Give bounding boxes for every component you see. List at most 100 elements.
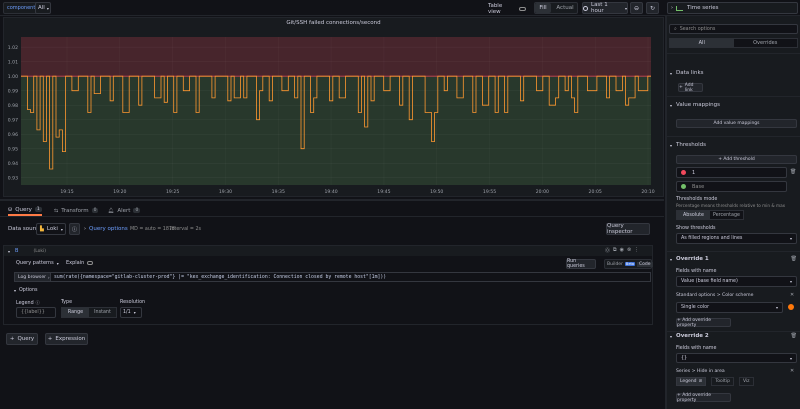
- legend-option[interactable]: Legend ⊘: [676, 377, 707, 386]
- fill-button[interactable]: Fill: [535, 3, 551, 13]
- chevron-down-icon: ▾: [775, 305, 778, 310]
- query-row-header[interactable]: ▾ B (Loki): [4, 246, 652, 256]
- legend-option-label: Legend: [680, 379, 697, 384]
- zoom-out-icon: ⊖: [633, 4, 640, 12]
- show-thresholds-select[interactable]: As filled regions and lines ▾: [676, 233, 797, 244]
- panel-title: Git/SSH failed connections/second: [286, 20, 381, 26]
- query-options-toggle[interactable]: › Query options: [84, 226, 128, 232]
- threshold-region-above: [21, 37, 651, 77]
- thresholds-label: Thresholds: [676, 142, 706, 148]
- log-browser-button[interactable]: Log browser ›: [14, 272, 54, 282]
- variable-select[interactable]: All ▾: [35, 2, 51, 14]
- run-queries-button[interactable]: Run queries: [566, 259, 596, 269]
- override1-title: Override 1: [676, 256, 709, 262]
- override1-add-property-button[interactable]: + Add override property: [676, 318, 731, 328]
- datasource-help-button[interactable]: ⓘ: [69, 223, 80, 235]
- threshold-value-row[interactable]: 1: [676, 167, 787, 178]
- eye-icon[interactable]: ◉: [620, 247, 624, 254]
- trash-icon[interactable]: 🗑︎: [791, 333, 797, 339]
- time-range-picker[interactable]: Last 1 hour ▾: [582, 2, 628, 14]
- override1-header[interactable]: ▾ Override 1 🗑︎: [670, 256, 797, 262]
- threshold-red-swatch[interactable]: [681, 170, 686, 175]
- data-links-header[interactable]: ▾ Data links: [670, 70, 704, 76]
- chevron-down-icon: ▾: [625, 5, 628, 11]
- tab-all[interactable]: All: [670, 39, 734, 47]
- trash-icon[interactable]: 🗑︎: [790, 169, 796, 175]
- tab-alert[interactable]: 🔔︎ Alert 0: [108, 205, 141, 216]
- chevron-down-icon: ▾: [789, 355, 792, 361]
- type-label: Type: [61, 300, 73, 305]
- chevron-down-icon: ▾: [133, 310, 136, 315]
- explain-toggle[interactable]: Explain: [66, 260, 94, 266]
- override2-header[interactable]: ▾ Override 2 🗑︎: [670, 333, 797, 339]
- instant-option[interactable]: Instant: [89, 310, 116, 315]
- close-icon[interactable]: ✕: [790, 368, 794, 374]
- log-browser-label: Log browser: [18, 274, 47, 280]
- options-label: Options: [19, 288, 38, 293]
- override1-fields-label: Fields with name: [676, 269, 717, 274]
- close-icon[interactable]: ✕: [790, 292, 794, 298]
- tab-overrides[interactable]: Overrides: [734, 39, 798, 47]
- copy-icon[interactable]: ⧉: [613, 247, 617, 254]
- search-options-input[interactable]: ⌕ Search options: [669, 24, 798, 34]
- query-inspector-button[interactable]: Query inspector: [606, 223, 650, 235]
- chevron-down-icon: ▾: [56, 260, 59, 266]
- type-radio-group: Range Instant: [61, 307, 117, 318]
- thresholds-header[interactable]: ▾ Thresholds: [670, 142, 706, 148]
- override2-field-select[interactable]: {} ▾: [676, 353, 797, 363]
- timeseries-chart[interactable]: 1.02 1.01 1.00 0.99 0.98 0.97 0.96 0.95 0.94 0.93…: [3, 28, 664, 198]
- tab-query[interactable]: ⛁ Query 1: [8, 205, 42, 216]
- query-expression-input[interactable]: sum(rate({namespace="gitlab-cluster-prod…: [50, 272, 651, 282]
- show-thresholds-value: As filled regions and lines: [681, 236, 743, 241]
- x-tick-label: 19:20: [113, 189, 126, 195]
- timeseries-icon: [676, 5, 683, 11]
- viz-picker[interactable]: › Time series: [667, 2, 798, 14]
- zoom-out-button[interactable]: ⊖: [630, 2, 643, 14]
- add-link-button[interactable]: + Add link: [678, 83, 703, 93]
- threshold-green-swatch[interactable]: [681, 184, 686, 189]
- add-threshold-button[interactable]: + Add threshold: [676, 155, 797, 164]
- value-mappings-header[interactable]: ▾ Value mappings: [670, 102, 720, 108]
- percentage-option[interactable]: Percentage: [710, 211, 743, 219]
- interval-detail: Interval = 2s: [170, 227, 201, 232]
- y-tick-label: 0.96: [8, 132, 18, 138]
- override1-field-select[interactable]: Value (base field name) ▾: [676, 276, 797, 287]
- code-mode-button[interactable]: Code: [637, 261, 653, 267]
- x-tick-label: 19:30: [219, 189, 232, 195]
- range-option[interactable]: Range: [62, 308, 89, 317]
- splitter-horizontal[interactable]: [0, 199, 664, 201]
- plus-icon: +: [679, 85, 683, 90]
- thresholds-mode-radio: Absolute Percentage: [676, 210, 744, 220]
- refresh-button[interactable]: ↻: [646, 2, 659, 14]
- show-thresholds-label: Show thresholds: [676, 226, 716, 231]
- color-scheme-select[interactable]: Single color ▾: [676, 302, 783, 313]
- plus-icon: +: [47, 336, 53, 342]
- resolution-select[interactable]: 1/1 ▾: [120, 307, 142, 318]
- actual-button[interactable]: Actual: [553, 3, 577, 13]
- help-icon[interactable]: ⓪: [605, 247, 610, 254]
- add-value-mappings-button[interactable]: Add value mappings: [676, 119, 797, 128]
- trash-icon[interactable]: 🗑︎: [791, 256, 797, 262]
- value-mappings-label: Value mappings: [676, 102, 720, 108]
- legend-input[interactable]: {{label}}: [16, 307, 56, 318]
- database-icon: ⛁: [8, 206, 13, 213]
- query-source-hint: (Loki): [33, 248, 47, 254]
- add-expression-button[interactable]: + Expression: [45, 333, 88, 345]
- absolute-option[interactable]: Absolute: [677, 211, 710, 219]
- datasource-picker[interactable]: ▙ Loki ▾: [36, 223, 66, 235]
- delete-icon[interactable]: ⊗: [627, 247, 631, 254]
- tooltip-option[interactable]: Tooltip: [711, 377, 734, 386]
- table-view-toggle[interactable]: Table view: [488, 3, 526, 15]
- viz-option[interactable]: Viz: [738, 377, 754, 386]
- add-query-button[interactable]: + Query: [6, 333, 38, 345]
- resolution-value: 1/1: [123, 310, 131, 315]
- tab-transform[interactable]: ⇆ Transform 0: [54, 205, 99, 216]
- builder-mode-button[interactable]: Builder: [607, 262, 623, 267]
- single-color-swatch[interactable]: [788, 304, 794, 310]
- beta-badge: Beta: [624, 262, 635, 266]
- options-toggle[interactable]: ▾ Options: [14, 288, 38, 293]
- y-tick-label: 0.94: [8, 161, 18, 167]
- drag-handle-icon[interactable]: ⋮: [634, 247, 639, 254]
- override2-add-property-button[interactable]: + Add override property: [676, 393, 731, 403]
- query-patterns-button[interactable]: Query patterns ▾: [16, 260, 59, 266]
